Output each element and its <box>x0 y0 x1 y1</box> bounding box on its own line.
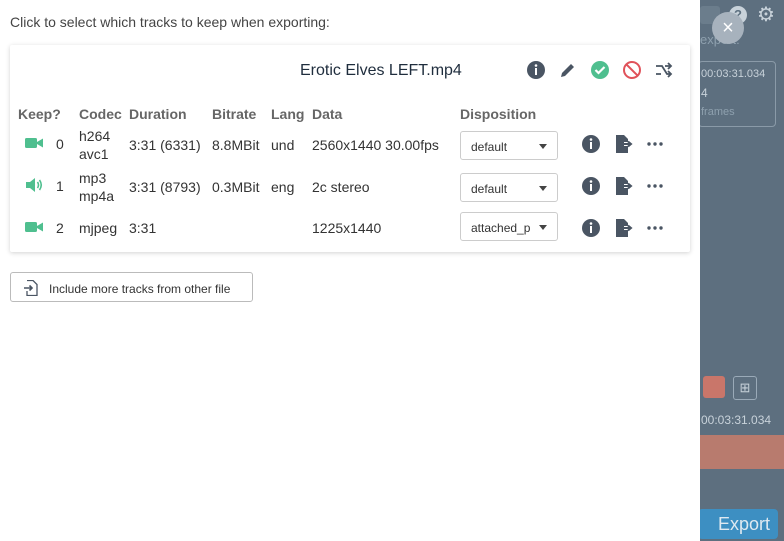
audio-icon[interactable] <box>24 175 44 195</box>
tag-icon[interactable] <box>703 376 725 398</box>
extract-file-icon[interactable] <box>613 176 633 196</box>
value-readout: 4 <box>701 86 708 100</box>
track-data: 2c stereo <box>312 179 370 195</box>
more-options-icon[interactable] <box>645 218 665 238</box>
track-duration: 3:31 <box>129 220 157 236</box>
frames-label: frames <box>701 106 735 118</box>
disposition-select[interactable]: default <box>460 173 558 202</box>
disposition-value: attached_p <box>471 221 531 235</box>
shuffle-icon[interactable] <box>654 60 674 80</box>
track-lang: eng <box>271 179 295 195</box>
info-icon[interactable] <box>581 218 601 238</box>
segments-icon[interactable]: ⊞ <box>733 376 757 400</box>
track-codec: mp3 <box>79 170 107 186</box>
file-import-icon <box>24 280 38 296</box>
close-dialog-button[interactable]: × <box>712 12 744 44</box>
track-codec: h264 <box>79 128 111 144</box>
info-icon[interactable] <box>581 134 601 154</box>
gear-icon[interactable]: ⚙ <box>757 5 777 25</box>
more-options-icon[interactable] <box>645 134 665 154</box>
col-data: Data <box>312 106 343 122</box>
start-time: 00:03:31.034 <box>701 68 766 80</box>
track-duration: 3:31 (8793) <box>129 179 201 195</box>
end-time: 00:03:31.034 <box>701 413 772 427</box>
extract-file-icon[interactable] <box>613 218 633 238</box>
track-bitrate: 0.3MBit <box>212 179 260 195</box>
disposition-select[interactable]: default <box>460 131 558 160</box>
more-options-icon[interactable] <box>645 176 665 196</box>
file-name: Erotic Elves LEFT.mp4 <box>300 62 462 79</box>
track-duration: 3:31 (6331) <box>129 137 201 153</box>
col-codec: Codec <box>79 106 122 122</box>
col-lang: Lang <box>271 106 305 122</box>
disposition-select[interactable]: attached_p <box>460 212 558 241</box>
video-icon[interactable] <box>24 133 44 153</box>
tracks-dialog: Click to select which tracks to keep whe… <box>0 0 700 541</box>
caret-down-icon <box>539 144 547 149</box>
dialog-hint: Click to select which tracks to keep whe… <box>10 14 330 30</box>
info-icon[interactable] <box>581 176 601 196</box>
edit-icon[interactable] <box>558 60 578 80</box>
export-button[interactable]: Export <box>698 509 778 539</box>
include-more-tracks-label: Include more tracks from other file <box>49 282 231 296</box>
video-icon[interactable] <box>24 217 44 237</box>
file-card: Erotic Elves LEFT.mp4 Keep? Codec Durati… <box>10 45 690 252</box>
track-codec: mjpeg <box>79 220 118 236</box>
track-data: 2560x1440 30.00fps <box>312 137 439 153</box>
col-duration: Duration <box>129 106 187 122</box>
col-keep: Keep? <box>18 106 61 122</box>
track-index: 2 <box>56 220 64 236</box>
disposition-value: default <box>471 140 508 154</box>
track-index: 0 <box>56 136 64 152</box>
include-more-tracks-button[interactable]: Include more tracks from other file <box>10 272 253 302</box>
track-data: 1225x1440 <box>312 220 382 236</box>
disposition-value: default <box>471 182 508 196</box>
extract-file-icon[interactable] <box>613 134 633 154</box>
col-disposition: Disposition <box>460 106 537 122</box>
timeline-segment[interactable] <box>700 435 784 469</box>
track-index: 1 <box>56 178 64 194</box>
info-icon[interactable] <box>526 60 546 80</box>
check-circle-icon[interactable] <box>590 60 610 80</box>
caret-down-icon <box>539 186 547 191</box>
col-bitrate: Bitrate <box>212 106 257 122</box>
track-lang: und <box>271 137 295 153</box>
track-codec-tag: mp4a <box>79 188 115 204</box>
track-codec-tag: avc1 <box>79 146 109 162</box>
caret-down-icon <box>539 225 547 230</box>
track-bitrate: 8.8MBit <box>212 137 260 153</box>
ban-icon[interactable] <box>622 60 642 80</box>
